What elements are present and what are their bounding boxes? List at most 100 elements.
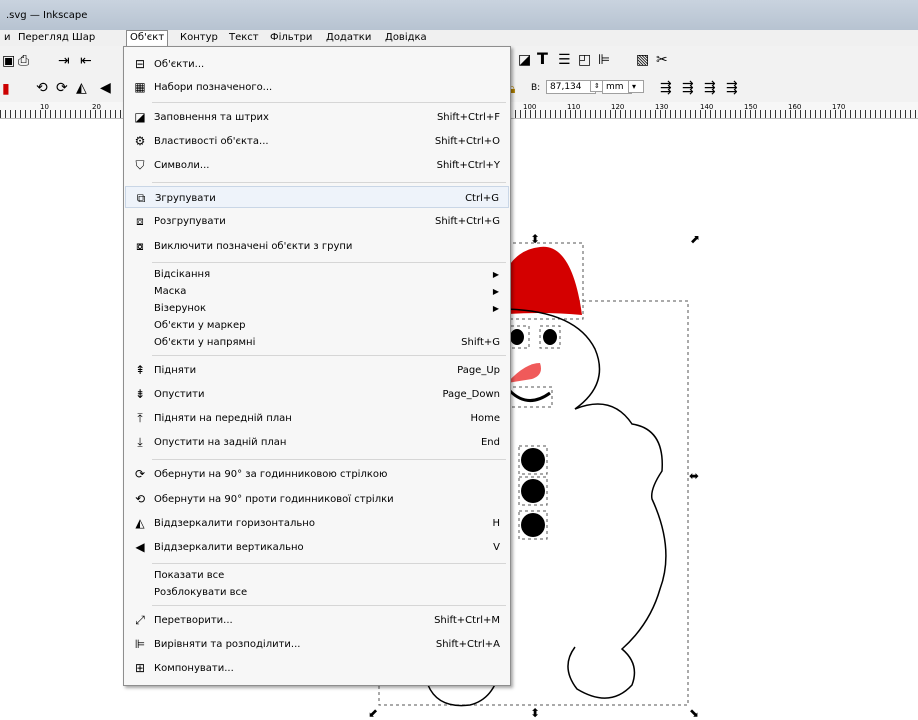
menu-item-objects-to-guides[interactable]: Об'єкти у напрямні Shift+G [125,334,509,351]
menu-object[interactable]: Об'єкт [126,30,169,47]
menu-item-rotate-ccw[interactable]: ⟲ Обернути на 90° проти годинникової стр… [125,488,509,510]
scale-stroke-icon[interactable]: ⇶ [660,81,672,95]
menu-item-align-distribute[interactable]: ⊫ Вирівняти та розподілити... Shift+Ctrl… [125,633,509,655]
print-icon[interactable]: ⎙ [18,54,29,68]
width-input[interactable]: 87,134 [546,80,596,94]
group-icon: ⧉ [136,191,146,205]
lower-icon: ⇟ [134,387,146,401]
menu-layer[interactable]: Шар [72,32,95,43]
unit-dropdown-icon[interactable]: ▾ [628,80,644,93]
menu-separator [152,563,506,564]
transform-icon: ⤢ [135,613,145,627]
objects-icon: ⊟ [134,57,146,71]
menu-item-objects-to-marker[interactable]: Об'єкти у маркер [125,317,509,334]
coat-button [521,448,545,472]
menu-item-unhide-all[interactable]: Показати все [125,567,509,584]
menu-item-lower[interactable]: ⇟ Опустити Page_Down [125,383,509,405]
ruler-label: 120 [611,103,625,111]
rotate-cw-icon: ⟳ [134,467,146,481]
menu-item-group[interactable]: ⧉ Згрупувати Ctrl+G [125,186,509,208]
symbols-icon: ⛉ [135,158,145,172]
coat-button [521,513,545,537]
flip-v-tb-icon[interactable]: ◀ [100,81,111,95]
left-eye [510,329,524,345]
layers-icon[interactable]: ☰ [558,53,571,67]
menu-item-transform[interactable]: ⤢ Перетворити... Shift+Ctrl+M [125,609,509,631]
align-icon[interactable]: ⊫ [598,53,610,67]
menu-item-unlock-all[interactable]: Розблокувати все [125,584,509,601]
menu-item-objects[interactable]: ⊟ Об'єкти... [125,53,509,75]
rotate-cw-tb-icon[interactable]: ⟳ [56,81,68,95]
menu-separator [152,459,506,460]
menu-item-ungroup[interactable]: ⧈ Розгрупувати Shift+Ctrl+G [125,210,509,232]
menu-separator [152,605,506,606]
ruler-label: 160 [788,103,802,111]
object-properties-icon: ⚙ [134,134,146,148]
menu-item-flip-vertical[interactable]: ◀ Віддзеркалити вертикально V [125,536,509,558]
menu-item-fill-stroke[interactable]: ◪ Заповнення та штрих Shift+Ctrl+F [125,106,509,128]
scale-handle-top: ⬍ [530,232,540,246]
menu-separator [152,262,506,263]
nose [507,363,541,383]
body-outline [567,403,667,699]
object-menu: ⊟ Об'єкти... ▦ Набори позначеного... ◪ З… [123,46,511,686]
menu-item-clip[interactable]: Відсікання ▶ [125,266,509,283]
import-icon[interactable]: ⇥ [58,54,70,68]
ruler-label: 140 [700,103,714,111]
menu-item-symbols[interactable]: ⛉ Символи... Shift+Ctrl+Y [125,154,509,176]
ruler-label: 20 [92,103,101,111]
menu-item-arrange[interactable]: ⊞ Компонувати... [125,657,509,679]
lower-to-bottom-icon: ⤓ [137,435,143,449]
document-properties-icon[interactable]: ▧ [636,53,649,67]
scale-handle-bottom: ⬍ [530,706,540,720]
menu-item-raise[interactable]: ⇞ Підняти Page_Up [125,359,509,381]
menu-item-rotate-cw[interactable]: ⟳ Обернути на 90° за годинниковою стрілк… [125,463,509,485]
save-icon[interactable]: ▣ [2,54,15,68]
menu-view[interactable]: Перегляд [18,32,69,43]
submenu-arrow-icon: ▶ [492,270,499,279]
menu-item-pattern[interactable]: Візерунок ▶ [125,300,509,317]
menu-separator [152,355,506,356]
menu-separator [152,182,506,183]
scale-corners-icon[interactable]: ⇶ [682,81,694,95]
menu-path[interactable]: Контур [180,32,218,43]
window-title: .svg — Inkscape [6,10,88,21]
menu-help[interactable]: Довідка [385,32,427,43]
align-distribute-icon: ⊫ [134,637,146,651]
rotate-ccw-tb-icon[interactable]: ⟲ [36,81,48,95]
raise-icon: ⇞ [134,363,146,377]
menu-item-pop-from-group[interactable]: ⧇ Виключити позначені об'єкти з групи [125,235,509,257]
right-eye [543,329,557,345]
menu-extensions[interactable]: Додатки [326,32,371,43]
text-tool-icon[interactable]: T [537,51,548,67]
mouth [508,389,551,402]
menu-item-raise-to-top[interactable]: ⤒ Підняти на передній план Home [125,407,509,429]
menu-edit[interactable]: и [4,32,11,43]
menu-filters[interactable]: Фільтри [270,32,312,43]
ruler-label: 150 [744,103,758,111]
ruler-label: 130 [655,103,669,111]
menu-text[interactable]: Текст [229,32,259,43]
submenu-arrow-icon: ▶ [492,304,499,313]
menu-item-lower-to-bottom[interactable]: ⤓ Опустити на задній план End [125,431,509,453]
scale-handle-bottom-right: ⬊ [689,706,699,720]
export-icon[interactable]: ⇤ [80,54,92,68]
menu-item-mask[interactable]: Маска ▶ [125,283,509,300]
move-patterns-icon[interactable]: ⇶ [726,81,738,95]
move-gradients-icon[interactable]: ⇶ [704,81,716,95]
menu-item-flip-horizontal[interactable]: ◭ Віддзеркалити горизонтально H [125,512,509,534]
pop-from-group-icon: ⧇ [136,239,144,253]
scale-handle-bottom-left: ⬋ [368,706,378,720]
menu-item-object-properties[interactable]: ⚙ Властивості об'єкта... Shift+Ctrl+O [125,130,509,152]
menu-item-selection-sets[interactable]: ▦ Набори позначеного... [125,76,509,98]
selection-icon[interactable]: ◰ [578,53,591,67]
preferences-icon[interactable]: ✂ [656,53,668,67]
snap-icon[interactable]: ▮ [2,82,10,96]
selection-sets-icon: ▦ [134,80,146,94]
menu-separator [152,102,506,103]
arrange-icon: ⊞ [134,661,146,675]
ruler-label: 100 [523,103,537,111]
flip-h-tb-icon[interactable]: ◭ [76,81,87,95]
xml-editor-icon[interactable]: ◪ [518,53,531,67]
title-bar: .svg — Inkscape [0,0,918,30]
